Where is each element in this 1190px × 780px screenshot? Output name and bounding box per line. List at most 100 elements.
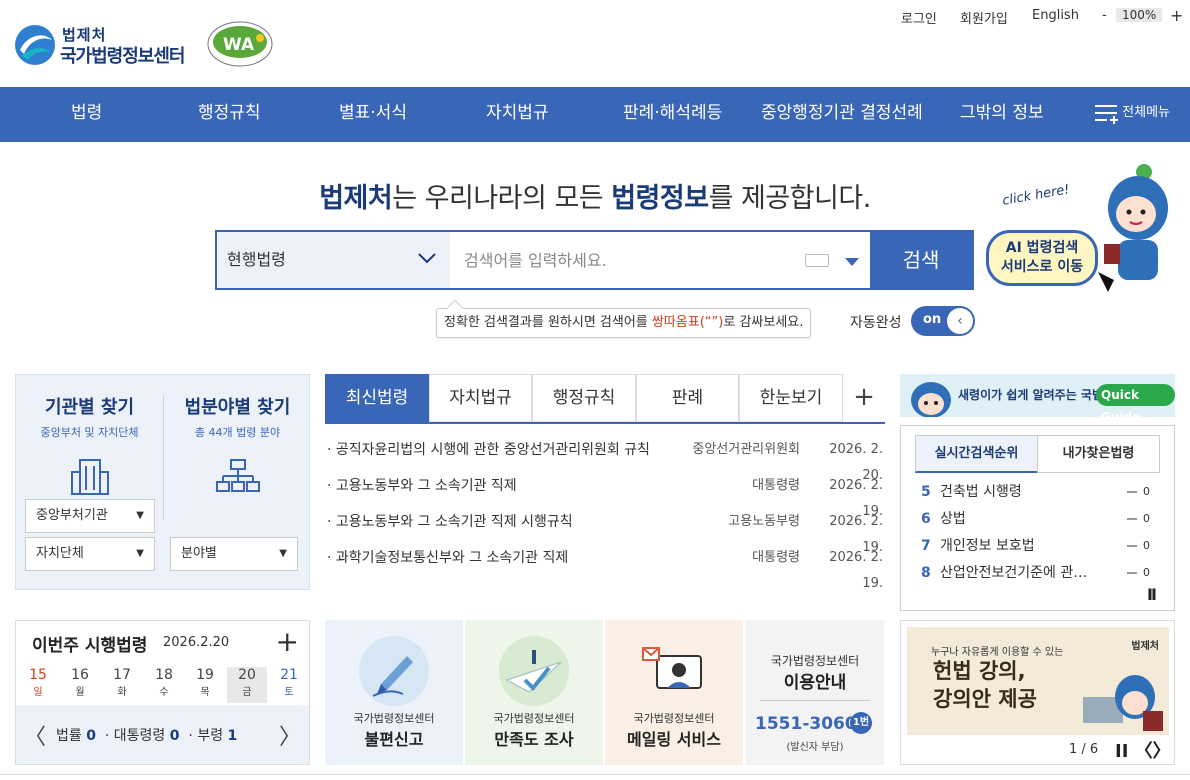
site-logo[interactable]: 법제처 국가법령정보센터 [14, 22, 204, 68]
day-weekday: 일 [33, 687, 43, 698]
law-title[interactable]: · 과학기술정보통신부와 그 소속기관 직제 [327, 545, 677, 571]
law-title[interactable]: · 고용노동부와 그 소속기관 직제 시행규칙 [327, 509, 677, 535]
dropdown-triangle-icon[interactable] [845, 258, 859, 266]
day-weekday: 화 [117, 687, 127, 698]
ranking-item[interactable]: 5 건축법 시행령 0 [921, 480, 1166, 504]
more-plus-icon[interactable]: + [276, 625, 299, 658]
rank-number: 8 [921, 565, 931, 581]
law-title[interactable]: · 공직자윤리법의 시행에 관한 중앙선거관리위원회 규칙 [327, 437, 677, 463]
pause-icon[interactable]: II [1147, 585, 1157, 604]
search-bar: 현행법령 검색 [215, 230, 974, 290]
mascot-icon [1098, 164, 1168, 292]
slogan-bold: 법령정보 [611, 183, 709, 214]
mailing-card[interactable]: 국가법령정보센터 메일링 서비스 [605, 620, 743, 765]
banner-slide[interactable]: 누구나 자유롭게 이용할 수 있는 헌법 강의, 강의안 제공 법제처 [907, 627, 1169, 735]
search-button[interactable]: 검색 [870, 232, 972, 288]
law-agency: 중앙선거관리위원회 [692, 442, 800, 457]
day-cell[interactable]: 17 화 [102, 667, 142, 703]
banner-line2: 강의안 제공 [933, 687, 1037, 711]
nav-item-forms[interactable]: 별표·서식 [339, 87, 407, 142]
ranking-item[interactable]: 7 개인정보 보호법 0 [921, 534, 1166, 558]
day-cell[interactable]: 21 토 [269, 667, 309, 703]
more-plus-icon[interactable]: + [843, 374, 885, 422]
law-tabs: 최신법령 자치법규 행정규칙 판례 한눈보기 + [325, 374, 885, 422]
nav-item-laws[interactable]: 법령 [71, 87, 102, 142]
survey-card[interactable]: 국가법령정보센터 만족도 조사 [465, 620, 603, 765]
signup-link[interactable]: 회원가입 [960, 8, 1008, 27]
banner-controls[interactable]: II 〈〉 [1115, 737, 1171, 763]
nav-item-central-decisions[interactable]: 중앙행정기관 결정선례 [761, 87, 923, 142]
utility-menu: 로그인 회원가입 English - 100% + [890, 6, 1190, 28]
field-select[interactable]: 분야별 ▼ [170, 537, 298, 571]
chevron-left-icon[interactable]: 〈 [24, 719, 46, 751]
autocomplete-toggle[interactable]: on ‹ [911, 306, 975, 336]
day-weekday: 수 [159, 687, 169, 698]
search-ranking-panel: 실시간검색순위 내가찾은법령 5 건축법 시행령 0 6 상법 0 7 개인정보 보호법 0… [900, 425, 1175, 611]
caret-down-icon: ▼ [279, 548, 287, 559]
ranking-item[interactable]: 8 산업안전보건기준에 관한 규칙 0 [921, 561, 1166, 585]
tab-overview[interactable]: 한눈보기 [739, 374, 843, 422]
rank-label[interactable]: 개인정보 보호법 [940, 534, 1100, 558]
building-icon [70, 459, 109, 495]
zoom-in-button[interactable]: + [1170, 6, 1183, 25]
quick-guide-banner[interactable]: 새령이가 쉽게 알려주는 국법 Quick Guide [900, 374, 1175, 424]
law-count[interactable]: 0 [86, 728, 96, 744]
quick-guide-badge: Quick Guide [1096, 384, 1175, 424]
chevron-right-icon[interactable]: 〉 [279, 719, 301, 751]
nav-item-precedents[interactable]: 판례·해석례등 [623, 87, 722, 142]
banner-small: 누구나 자유롭게 이용할 수 있는 [931, 647, 1064, 658]
ordinance-count[interactable]: 1 [228, 728, 238, 744]
search-scope-select[interactable]: 현행법령 [217, 232, 450, 288]
list-item[interactable]: · 과학기술정보통신부와 그 소속기관 직제 대통령령 2026. 2. 19. [327, 545, 883, 591]
rank-label[interactable]: 상법 [940, 507, 1100, 531]
list-item[interactable]: · 공직자윤리법의 시행에 관한 중앙선거관리위원회 규칙 중앙선거관리위원회 … [327, 437, 883, 483]
ranking-item[interactable]: 6 상법 0 [921, 507, 1166, 531]
decree-count[interactable]: 0 [170, 728, 180, 744]
nav-item-other-info[interactable]: 그밖의 정보 [960, 87, 1044, 142]
ai-search-link[interactable]: click here! AI 법령검색 서비스로 이동 [976, 160, 1176, 300]
rank-label[interactable]: 건축법 시행령 [940, 480, 1100, 504]
week-counts: 법률 0 · 대통령령 0 · 부령 1 [56, 728, 238, 744]
all-menu-button[interactable]: 전체메뉴 [1095, 87, 1170, 142]
keyboard-icon[interactable] [805, 254, 829, 267]
tab-realtime-ranking[interactable]: 실시간검색순위 [915, 435, 1038, 473]
field-finder[interactable]: 법분야별 찾기 총 44개 법령 분야 [164, 393, 311, 498]
nav-item-admin-rules[interactable]: 행정규칙 [198, 87, 261, 142]
english-link[interactable]: English [1032, 8, 1079, 23]
tab-latest-laws[interactable]: 최신법령 [325, 374, 429, 422]
day-cell-today[interactable]: 20 금 [227, 667, 267, 703]
agency-finder[interactable]: 기관별 찾기 중앙부처 및 자치단체 [16, 393, 163, 500]
day-cell[interactable]: 18 수 [144, 667, 184, 703]
login-link[interactable]: 로그인 [901, 8, 937, 27]
search-tip: 정확한 검색결과를 원하시면 검색어를 쌍따옴표(“”)로 감싸보세요. [436, 308, 812, 338]
tab-precedents[interactable]: 판례 [636, 374, 739, 422]
search-scope-value: 현행법령 [227, 250, 286, 269]
promo-banner: 누구나 자유롭게 이용할 수 있는 헌법 강의, 강의안 제공 법제처 1 / 6… [900, 620, 1175, 765]
zoom-out-button[interactable]: - [1102, 8, 1107, 23]
complaint-card[interactable]: 국가법령정보센터 불편신고 [325, 620, 463, 765]
click-here-label: click here! [1001, 182, 1071, 209]
list-item[interactable]: · 고용노동부와 그 소속기관 직제 시행규칙 고용노동부령 2026. 2. … [327, 509, 883, 555]
day-cell[interactable]: 16 월 [60, 667, 100, 703]
list-item[interactable]: · 고용노동부와 그 소속기관 직제 대통령령 2026. 2. 19. [327, 473, 883, 519]
rank-label[interactable]: 산업안전보건기준에 관한 규칙 [940, 561, 1100, 585]
pen-icon [359, 636, 429, 706]
tab-local-laws[interactable]: 자치법규 [429, 374, 532, 422]
main-nav: 법령 행정규칙 별표·서식 자치법규 판례·해석례등 중앙행정기관 결정선례 그… [0, 87, 1190, 142]
slogan-org: 법제처 [319, 183, 393, 214]
banner-line1: 헌법 강의, [933, 659, 1026, 683]
local-gov-select[interactable]: 자치단체 ▼ [25, 537, 155, 571]
tab-my-laws[interactable]: 내가찾은법령 [1037, 435, 1160, 473]
guide-line2: 이용안내 [783, 673, 847, 693]
day-cell[interactable]: 15 일 [18, 667, 58, 703]
law-label: 법률 [56, 728, 82, 744]
card-title: 메일링 서비스 [627, 730, 721, 749]
ai-search-bubble[interactable]: AI 법령검색 서비스로 이동 [986, 230, 1098, 286]
law-title[interactable]: · 고용노동부와 그 소속기관 직제 [327, 473, 677, 499]
usage-guide-card[interactable]: 국가법령정보센터 이용안내 1551-3060 1번 (발신자 부담) [746, 620, 884, 765]
tab-admin-rules[interactable]: 행정규칙 [532, 374, 636, 422]
day-cell[interactable]: 19 목 [185, 667, 225, 703]
ai-line1: AI 법령검색 [1005, 240, 1079, 256]
central-agency-select[interactable]: 중앙부처기관 ▼ [25, 499, 155, 533]
nav-item-local-laws[interactable]: 자치법규 [486, 87, 549, 142]
